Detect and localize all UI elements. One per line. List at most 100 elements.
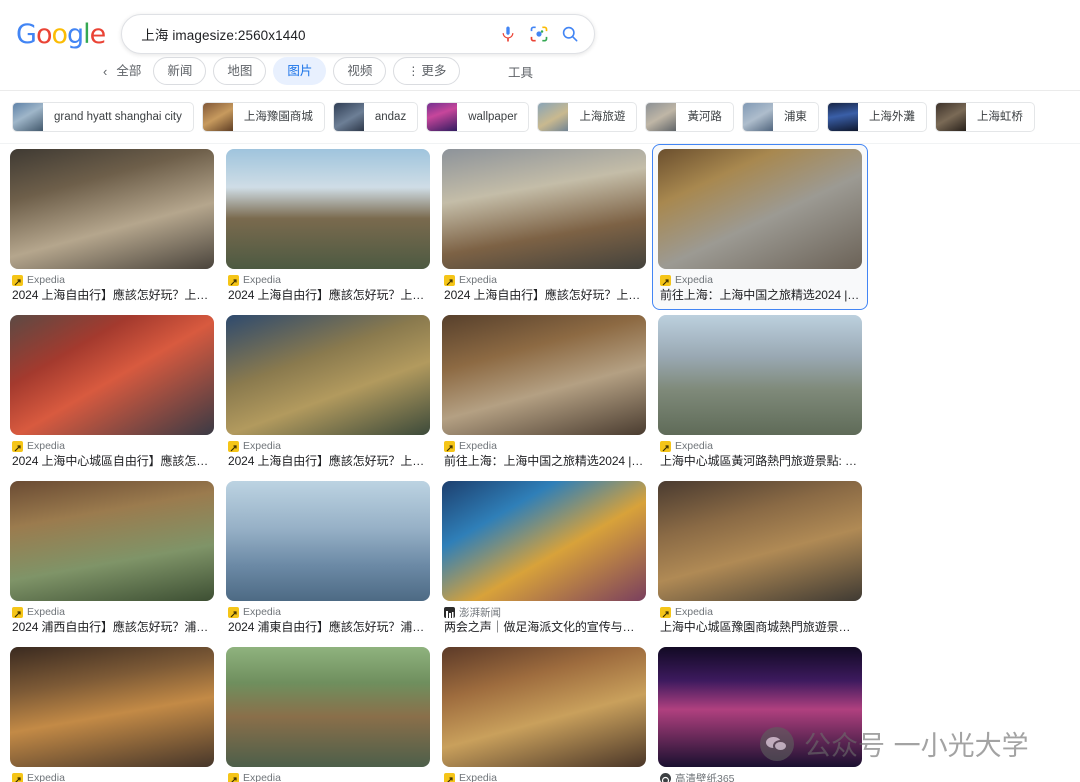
result-source-name: Expedia (459, 772, 497, 782)
result-source-name: Expedia (675, 606, 713, 618)
related-search-chip[interactable]: andaz (332, 102, 419, 132)
chip-thumbnail (427, 103, 458, 131)
image-result-card[interactable]: Expedia 上海中心城區豫園商城熱門旅遊景點: 2024 豫… (652, 476, 868, 642)
thumbnail-image (10, 315, 214, 435)
result-thumbnail[interactable] (658, 481, 862, 601)
search-box-icons (490, 24, 580, 44)
image-result-card[interactable]: 澎湃新闻两会之声｜做足海派文化的宣传与挖掘，推出… (436, 476, 652, 642)
image-result-card[interactable]: Expedia 2024 浦西自由行】應該怎好玩？浦西行程攻… (4, 476, 220, 642)
result-thumbnail[interactable] (10, 647, 214, 767)
image-result-card[interactable]: Expedia 上海中心城區黃河路熱門旅遊景點: 2024 黃河… (652, 310, 868, 476)
microphone-icon[interactable] (498, 24, 518, 44)
tab-images[interactable]: 图片 (273, 57, 327, 85)
expedia-favicon (12, 274, 23, 286)
result-title[interactable]: 2024 上海中心城區自由行】應該怎好玩？上海… (12, 454, 212, 469)
chip-thumbnail (827, 103, 858, 131)
image-result-card[interactable]: Expedia2024 上海自由行】應該怎好玩？上海行程攻略… (436, 642, 652, 782)
thumbnail-image (658, 647, 862, 767)
result-thumbnail[interactable] (658, 149, 862, 269)
image-result-card[interactable]: Expedia 2024 浦東自由行】應該怎好玩？浦東行程攻略… (220, 476, 436, 642)
result-title[interactable]: 上海中心城區黃河路熱門旅遊景點: 2024 黃河… (660, 454, 860, 469)
chip-label: 上海外灘 (868, 111, 915, 123)
related-search-chip[interactable]: 黃河路 (645, 102, 734, 132)
tab-news[interactable]: 新闻 (153, 57, 207, 85)
related-search-chip[interactable]: wallpaper (426, 102, 530, 132)
expedia-favicon (660, 606, 671, 618)
search-nav-tabs: ‹ 全部 新闻 地图 图片 视频 ⋮ 更多 工具 (0, 54, 1080, 88)
search-icon[interactable] (560, 24, 580, 44)
result-source-line: Expedia (660, 439, 860, 453)
result-title[interactable]: 前往上海：上海中国之旅精选2024 | Expedia … (444, 454, 644, 469)
related-search-chip[interactable]: 上海虹桥 (934, 102, 1035, 132)
image-result-card[interactable]: Expedia 2024 上海自由行】應該怎好玩？上海行程攻… (220, 310, 436, 476)
result-thumbnail[interactable] (658, 647, 862, 767)
search-box[interactable] (121, 14, 596, 54)
related-search-chip[interactable]: grand hyatt shanghai city (12, 102, 194, 132)
kebab-menu-icon: ⋮ (407, 64, 420, 78)
image-result-card[interactable]: Expedia 前往上海：上海中国之旅精选2024 | Expedia … (652, 144, 868, 310)
result-thumbnail[interactable] (10, 481, 214, 601)
result-source-name: 高清壁纸365 (675, 772, 735, 782)
related-search-chip[interactable]: 上海豫園商城 (201, 102, 325, 132)
result-thumbnail[interactable] (442, 315, 646, 435)
image-result-card[interactable]: Expedia 2024 上海自由行】應該怎好玩？上海行程攻… (4, 144, 220, 310)
result-thumbnail[interactable] (226, 481, 430, 601)
result-source-name: 澎湃新闻 (459, 606, 501, 619)
tab-more[interactable]: ⋮ 更多 (393, 57, 461, 85)
expedia-favicon (12, 606, 23, 618)
result-title[interactable]: 2024 上海自由行】應該怎好玩？上海行程攻… (228, 288, 428, 303)
result-thumbnail[interactable] (10, 315, 214, 435)
chip-thumbnail (742, 103, 773, 131)
result-title[interactable]: 前往上海：上海中国之旅精选2024 | Expedia … (660, 288, 860, 303)
result-meta: Expedia上海中心城區豫園商城熱門旅遊景點: 2024 豫… (10, 767, 214, 782)
search-input[interactable] (139, 25, 491, 43)
chip-thumbnail (333, 103, 364, 131)
result-title[interactable]: 两会之声｜做足海派文化的宣传与挖掘，推出… (444, 620, 644, 635)
thumbnail-image (226, 315, 430, 435)
tab-videos[interactable]: 视频 (333, 57, 387, 85)
pengpai-favicon (444, 606, 455, 618)
result-title[interactable]: 上海中心城區豫園商城熱門旅遊景點: 2024 豫… (660, 620, 860, 635)
result-thumbnail[interactable] (442, 647, 646, 767)
result-source-name: Expedia (27, 274, 65, 286)
result-thumbnail[interactable] (442, 481, 646, 601)
image-result-card[interactable]: Expedia 2024 上海自由行】應該怎好玩？上海行程攻… (436, 144, 652, 310)
result-thumbnail[interactable] (10, 149, 214, 269)
image-result-card[interactable]: Expedia上海中心城區豫園熱門旅遊景點: 2024 豫園觀… (220, 642, 436, 782)
result-source-line: Expedia (12, 605, 212, 619)
result-title[interactable]: 2024 上海自由行】應該怎好玩？上海行程攻… (444, 288, 644, 303)
result-thumbnail[interactable] (658, 315, 862, 435)
result-source-name: Expedia (459, 274, 497, 286)
tab-all[interactable]: 全部 (114, 58, 153, 84)
result-title[interactable]: 2024 浦西自由行】應該怎好玩？浦西行程攻… (12, 620, 212, 635)
result-thumbnail[interactable] (226, 647, 430, 767)
related-search-chip[interactable]: 上海外灘 (826, 102, 927, 132)
chip-label: 上海旅遊 (579, 111, 626, 123)
result-thumbnail[interactable] (226, 315, 430, 435)
result-title[interactable]: 2024 上海自由行】應該怎好玩？上海行程攻… (228, 454, 428, 469)
related-search-chip[interactable]: 上海旅遊 (537, 102, 638, 132)
google-lens-icon[interactable] (529, 24, 549, 44)
result-source-line: Expedia (12, 273, 212, 287)
google-logo[interactable]: Google (10, 19, 117, 50)
image-result-card[interactable]: Expedia 2024 上海自由行】應該怎好玩？上海行程攻… (220, 144, 436, 310)
result-thumbnail[interactable] (442, 149, 646, 269)
image-result-card[interactable]: Expedia 2024 上海中心城區自由行】應該怎好玩？上海… (4, 310, 220, 476)
image-result-card[interactable]: Expedia 前往上海：上海中国之旅精选2024 | Expedia … (436, 310, 652, 476)
result-source-line: Expedia (660, 605, 860, 619)
related-search-chips: grand hyatt shanghai city 上海豫園商城 andaz wall… (0, 91, 1080, 143)
result-thumbnail[interactable] (226, 149, 430, 269)
chip-label: wallpaper (468, 111, 518, 123)
image-result-card[interactable]: Expedia上海中心城區豫園商城熱門旅遊景點: 2024 豫… (4, 642, 220, 782)
result-title[interactable]: 2024 上海自由行】應該怎好玩？上海行程攻… (12, 288, 212, 303)
result-source-line: Expedia (228, 605, 428, 619)
tab-more-label: 更多 (421, 64, 447, 78)
chip-thumbnail (646, 103, 677, 131)
result-source-line: Expedia (444, 439, 644, 453)
result-title[interactable]: 2024 浦東自由行】應該怎好玩？浦東行程攻略… (228, 620, 428, 635)
tools-button[interactable]: 工具 (508, 62, 533, 81)
related-search-chip[interactable]: 浦東 (741, 102, 819, 132)
nav-back-chevron-icon[interactable]: ‹ (103, 65, 114, 78)
image-result-card[interactable]: 高清壁纸365上海，中国，夜晚，城市，灯光，高楼林立，… (652, 642, 868, 782)
tab-maps[interactable]: 地图 (213, 57, 267, 85)
